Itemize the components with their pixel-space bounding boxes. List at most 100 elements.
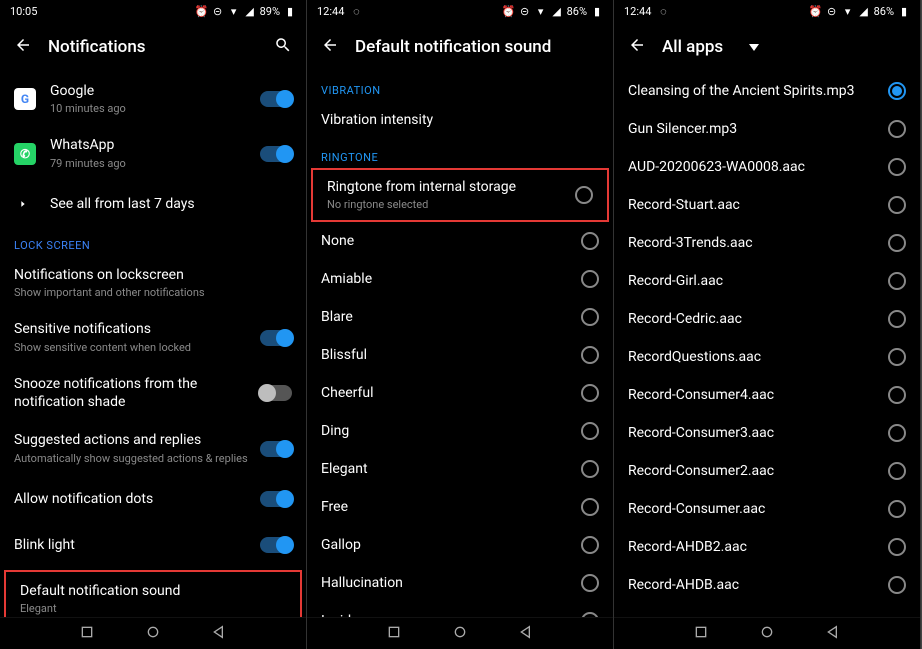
vibration-intensity-row[interactable]: Vibration intensity [307, 101, 613, 139]
ringtone-name: Gallop [321, 536, 581, 554]
ringtone-row[interactable]: Hallucination [307, 564, 613, 602]
nav-back-icon[interactable] [825, 624, 841, 644]
toggle-switch[interactable] [260, 91, 292, 107]
radio-button[interactable] [581, 384, 599, 402]
ringtone-row[interactable]: None [307, 222, 613, 260]
default-sound-row[interactable]: Default notification sound Elegant [4, 570, 302, 617]
radio-button[interactable] [581, 460, 599, 478]
radio-button[interactable] [581, 346, 599, 364]
radio-button[interactable] [888, 158, 906, 176]
file-row[interactable]: RecordQuestions.aac [614, 338, 920, 376]
file-row[interactable]: Record-3Trends.aac [614, 224, 920, 262]
file-row[interactable]: Record-Cedric.aac [614, 300, 920, 338]
ringtone-row[interactable]: Blissful [307, 336, 613, 374]
nav-home-icon[interactable] [452, 624, 468, 644]
ringtone-row[interactable]: Cheerful [307, 374, 613, 412]
radio-button[interactable] [888, 538, 906, 556]
file-list[interactable]: Cleansing of the Ancient Spirits.mp3 Gun… [614, 72, 920, 617]
nav-home-icon[interactable] [145, 624, 161, 644]
search-icon[interactable] [274, 36, 292, 58]
file-name: RecordQuestions.aac [628, 348, 888, 366]
file-row[interactable]: Record-Consumer.aac [614, 490, 920, 528]
google-icon: G [14, 88, 36, 110]
toggle-switch[interactable] [260, 385, 292, 401]
default-sound-label: Default notification sound [20, 582, 286, 600]
radio-button[interactable] [888, 386, 906, 404]
radio-button[interactable] [888, 576, 906, 594]
file-row[interactable]: Record-Consumer3.aac [614, 414, 920, 452]
ringtone-row[interactable]: Ding [307, 412, 613, 450]
radio-button[interactable] [888, 310, 906, 328]
nav-back-icon[interactable] [211, 624, 227, 644]
setting-label: Notifications on lockscreen [14, 266, 292, 284]
file-row[interactable]: Record-AHDB.aac [614, 566, 920, 604]
back-icon[interactable] [321, 36, 339, 58]
ringtone-row[interactable]: Blare [307, 298, 613, 336]
toggle-switch[interactable] [260, 330, 292, 346]
file-row[interactable]: Cleansing of the Ancient Spirits.mp3 [614, 72, 920, 110]
file-name: Record-AHDB2.aac [628, 538, 888, 556]
radio-button[interactable] [888, 82, 906, 100]
app-row[interactable]: G Google 10 minutes ago [0, 72, 306, 126]
radio-button[interactable] [888, 272, 906, 290]
file-name: Record-Consumer3.aac [628, 424, 888, 442]
setting-row[interactable]: Blink light [0, 522, 306, 568]
file-row[interactable]: Gun Silencer.mp3 [614, 110, 920, 148]
nav-recents-icon[interactable] [79, 624, 95, 644]
nav-recents-icon[interactable] [386, 624, 402, 644]
radio-button[interactable] [888, 234, 906, 252]
see-all-row[interactable]: See all from last 7 days [0, 181, 306, 227]
radio-button[interactable] [581, 232, 599, 250]
setting-row[interactable]: Allow notification dots [0, 476, 306, 522]
radio-button[interactable] [581, 422, 599, 440]
setting-row[interactable]: Suggested actions and replies Automatica… [0, 421, 306, 475]
file-row[interactable]: Record-Stuart.aac [614, 186, 920, 224]
setting-row[interactable]: Notifications on lockscreen Show importa… [0, 256, 306, 310]
radio-button[interactable] [581, 536, 599, 554]
whatsapp-status-icon: ◌ [350, 5, 362, 17]
file-row[interactable]: Record-Consumer4.aac [614, 376, 920, 414]
nav-recents-icon[interactable] [693, 624, 709, 644]
radio-button[interactable] [888, 500, 906, 518]
back-icon[interactable] [14, 36, 32, 58]
sound-list[interactable]: Vibration Vibration intensity Ringtone R… [307, 72, 613, 617]
signal-icon: ◢ [551, 5, 563, 17]
radio-button[interactable] [581, 574, 599, 592]
ringtone-row[interactable]: Free [307, 488, 613, 526]
ringtone-storage-label: Ringtone from internal storage [327, 178, 575, 196]
toggle-switch[interactable] [260, 537, 292, 553]
radio-button[interactable] [575, 186, 593, 204]
radio-button[interactable] [888, 348, 906, 366]
setting-row[interactable]: Snooze notifications from the notificati… [0, 365, 306, 421]
setting-row[interactable]: Sensitive notifications Show sensitive c… [0, 310, 306, 364]
ringtone-from-storage-row[interactable]: Ringtone from internal storage No ringto… [311, 168, 609, 222]
settings-list[interactable]: G Google 10 minutes ago ✆ WhatsApp 79 mi… [0, 72, 306, 617]
ringtone-row[interactable]: Incidence [307, 602, 613, 617]
ringtone-row[interactable]: Elegant [307, 450, 613, 488]
ringtone-row[interactable]: Gallop [307, 526, 613, 564]
alarm-icon: ⏰ [196, 5, 208, 17]
nav-home-icon[interactable] [759, 624, 775, 644]
whatsapp-status-icon: ◌ [657, 5, 669, 17]
app-row[interactable]: ✆ WhatsApp 79 minutes ago [0, 126, 306, 180]
toggle-switch[interactable] [260, 441, 292, 457]
ringtone-row[interactable]: Amiable [307, 260, 613, 298]
radio-button[interactable] [581, 308, 599, 326]
dropdown-icon[interactable] [749, 44, 759, 51]
radio-button[interactable] [888, 196, 906, 214]
radio-button[interactable] [888, 462, 906, 480]
toggle-switch[interactable] [260, 146, 292, 162]
nav-bar [0, 617, 306, 649]
toggle-switch[interactable] [260, 491, 292, 507]
radio-button[interactable] [581, 498, 599, 516]
ringtone-name: Ding [321, 422, 581, 440]
nav-back-icon[interactable] [518, 624, 534, 644]
file-row[interactable]: Record-AHDB2.aac [614, 528, 920, 566]
radio-button[interactable] [888, 120, 906, 138]
file-row[interactable]: Record-Girl.aac [614, 262, 920, 300]
back-icon[interactable] [628, 36, 646, 58]
radio-button[interactable] [581, 270, 599, 288]
file-row[interactable]: Record-Consumer2.aac [614, 452, 920, 490]
file-row[interactable]: AUD-20200623-WA0008.aac [614, 148, 920, 186]
radio-button[interactable] [888, 424, 906, 442]
